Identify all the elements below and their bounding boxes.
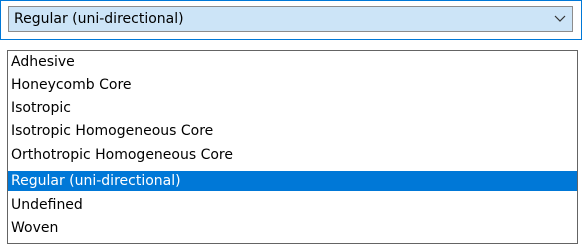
list-item-isotropic[interactable]: Isotropic: [8, 98, 577, 118]
list-item-woven[interactable]: Woven: [8, 218, 577, 238]
list-item-regular-uni-directional[interactable]: Regular (uni-directional): [8, 171, 577, 191]
list-item-adhesive[interactable]: Adhesive: [8, 52, 577, 72]
list-item-honeycomb-core[interactable]: Honeycomb Core: [8, 75, 577, 95]
material-type-dropdown[interactable]: Regular (uni-directional): [0, 0, 582, 40]
list-item-undefined[interactable]: Undefined: [8, 195, 577, 215]
dropdown-field[interactable]: Regular (uni-directional): [8, 6, 573, 32]
dropdown-options-list[interactable]: Adhesive Honeycomb Core Isotropic Isotro…: [7, 50, 578, 244]
list-item-orthotropic-homogeneous-core[interactable]: Orthotropic Homogeneous Core: [8, 145, 577, 165]
list-item-isotropic-homogeneous-core[interactable]: Isotropic Homogeneous Core: [8, 121, 577, 141]
dropdown-selected-value: Regular (uni-directional): [14, 11, 184, 27]
chevron-down-icon[interactable]: [554, 14, 566, 24]
